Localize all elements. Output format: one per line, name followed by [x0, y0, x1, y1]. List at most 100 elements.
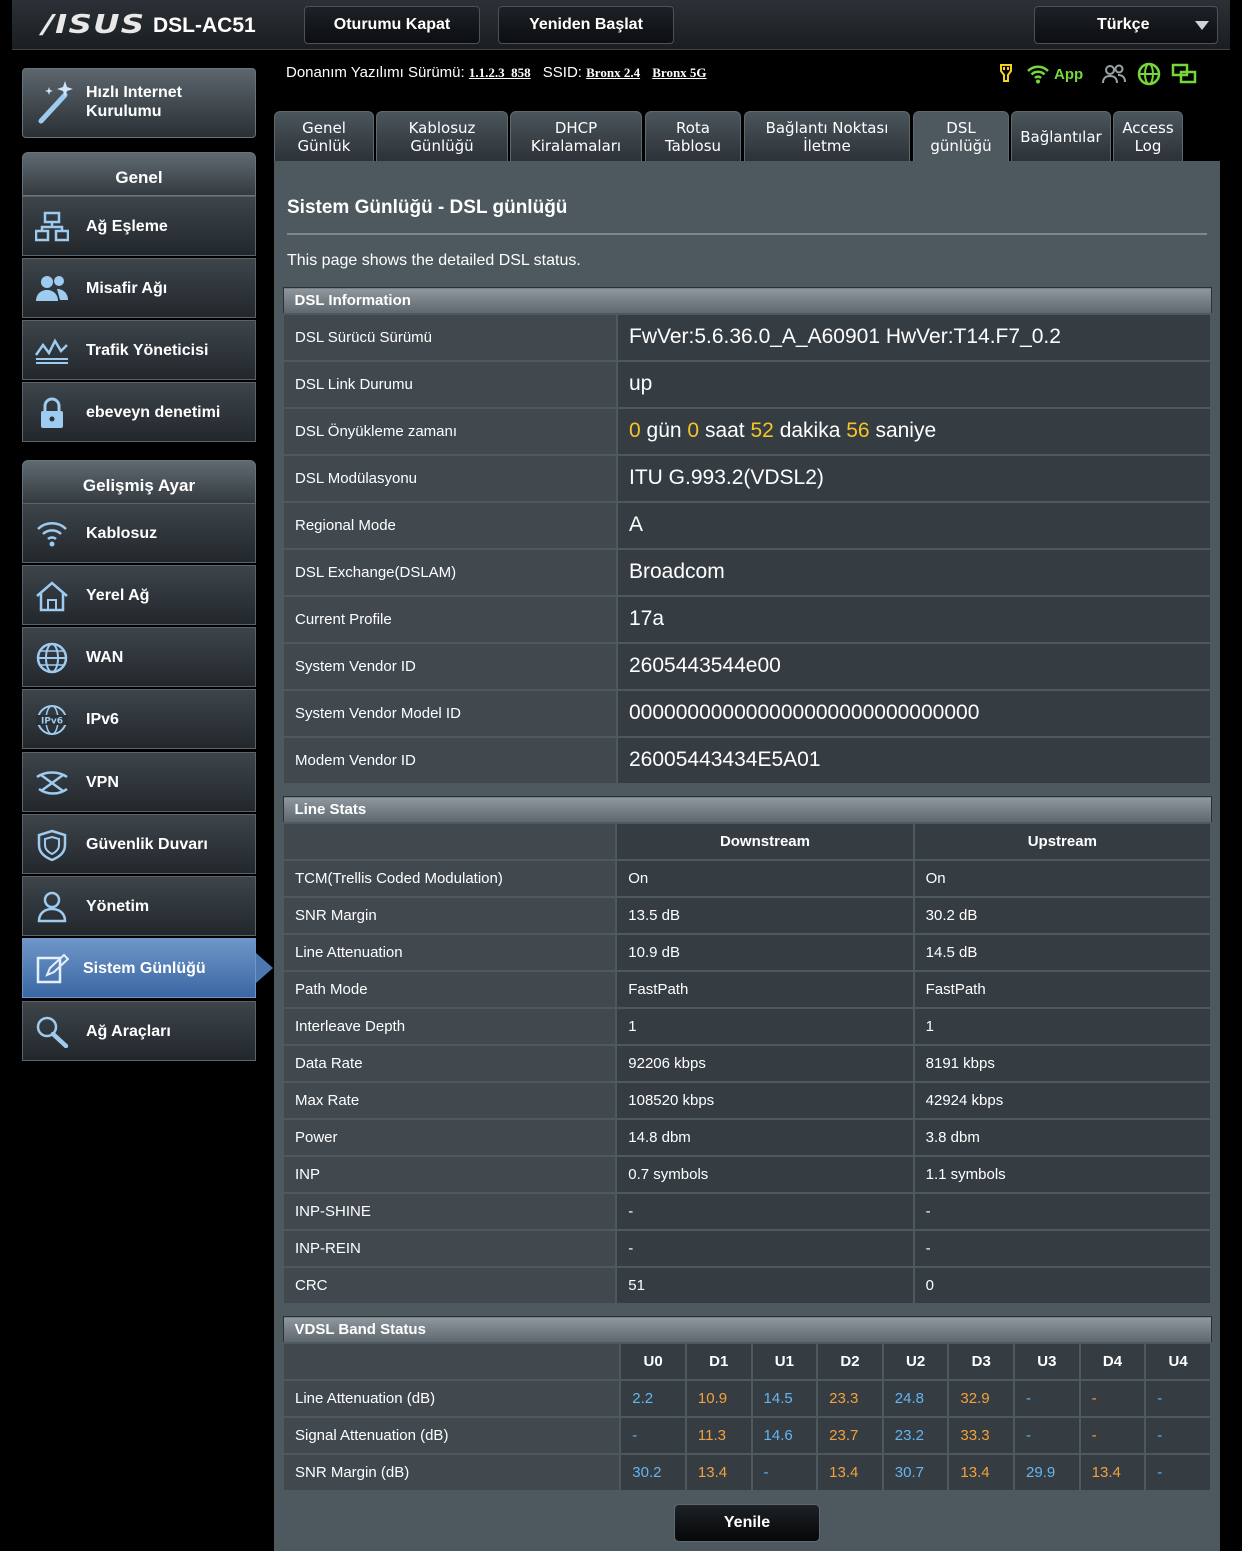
band-value: 10.9	[684, 1378, 753, 1418]
band-header: U0	[619, 1341, 687, 1381]
row-label: Regional Mode	[282, 500, 618, 550]
refresh-button[interactable]: Yenile	[674, 1504, 820, 1542]
row-label: SNR Margin	[281, 895, 618, 935]
table-row: CRC 51 0	[281, 1265, 1213, 1305]
table-row: DSL Link Durumu up	[282, 359, 1212, 409]
row-label: System Vendor ID	[282, 641, 618, 691]
downstream-value: 92206 kbps	[615, 1043, 915, 1083]
guest-network-icon	[36, 276, 68, 301]
sidebar-item-label: Ağ Eşleme	[86, 218, 168, 235]
sidebar-item-lan[interactable]: Yerel Ağ	[22, 565, 256, 625]
wireless-icon	[37, 522, 67, 547]
row-label: DSL Modülasyonu	[282, 453, 618, 503]
ssid-24-link[interactable]: Bronx 2.4	[586, 65, 640, 80]
band-value: -	[1144, 1415, 1212, 1455]
tab-access-log[interactable]: Access Log	[1113, 111, 1183, 161]
ssid-5-link[interactable]: Bronx 5G	[652, 65, 706, 80]
modem-vendor-id-value: 26005443434E5A01	[616, 735, 1212, 785]
ssid-label: SSID:	[542, 64, 582, 81]
upstream-value: 8191 kbps	[912, 1043, 1213, 1083]
band-value: 13.4	[947, 1452, 1016, 1492]
tab-routing-table[interactable]: Rota Tablosu	[645, 111, 741, 161]
band-value: 14.6	[750, 1415, 819, 1455]
upstream-value: 3.8 dbm	[912, 1117, 1213, 1157]
band-value: 29.9	[1013, 1452, 1081, 1492]
sidebar-item-label: IPv6	[86, 711, 119, 728]
table-row: Path Mode FastPath FastPath	[281, 969, 1213, 1009]
firmware-link[interactable]: 1.1.2.3_858	[469, 65, 531, 80]
advanced-section-title: Gelişmiş Ayar	[22, 460, 256, 504]
driver-version-value: FwVer:5.6.36.0_A_A60901 HwVer:T14.F7_0.2	[616, 312, 1212, 362]
downstream-value: -	[615, 1228, 915, 1268]
tab-wireless-log[interactable]: Kablosuz Günlüğü	[376, 111, 508, 161]
tab-connections[interactable]: Bağlantılar	[1011, 111, 1111, 161]
uptime-seconds-unit: saniye	[875, 419, 937, 442]
network-icon[interactable]	[1171, 62, 1197, 86]
tab-dhcp-leases[interactable]: DHCP Kiralamaları	[510, 111, 642, 161]
row-label: DSL Link Durumu	[282, 359, 618, 409]
wifi-icon[interactable]	[1026, 64, 1050, 84]
sidebar-item-label: WAN	[86, 649, 124, 666]
row-label: TCM(Trellis Coded Modulation)	[281, 858, 618, 898]
link-status-value: up	[616, 359, 1212, 409]
upstream-value: 14.5 dB	[912, 932, 1213, 972]
vdsl-band-title: VDSL Band Status	[282, 1316, 1212, 1343]
sidebar-item-ipv6[interactable]: IPv6 IPv6	[22, 689, 256, 749]
clients-icon[interactable]	[1101, 63, 1127, 85]
band-value: -	[1078, 1378, 1147, 1418]
admin-icon	[37, 891, 67, 923]
band-header: U4	[1144, 1341, 1212, 1381]
sidebar-item-vpn[interactable]: VPN	[22, 752, 256, 812]
downstream-value: -	[615, 1191, 915, 1231]
band-value: 30.7	[881, 1452, 950, 1492]
quick-setup-label: Hızlı Internet Kurulumu	[86, 84, 183, 120]
upstream-value: -	[912, 1191, 1213, 1231]
quick-internet-setup-button[interactable]: Hızlı Internet Kurulumu	[22, 68, 256, 138]
page-description: This page shows the detailed DSL status.	[287, 252, 581, 269]
sidebar-item-label: ebeveyn denetimi	[86, 404, 221, 421]
network-map-icon	[35, 211, 69, 242]
reboot-button[interactable]: Yeniden Başlat	[498, 6, 674, 44]
table-row: INP-SHINE - -	[281, 1191, 1213, 1231]
band-value: -	[1078, 1415, 1147, 1455]
sidebar-item-label: Yönetim	[86, 898, 150, 915]
sidebar-item-guest-network[interactable]: Misafir Ağı	[22, 258, 256, 318]
sidebar-item-network-tools[interactable]: Ağ Araçları	[22, 1001, 256, 1061]
sidebar-item-wan[interactable]: WAN	[22, 627, 256, 687]
band-value: 13.4	[816, 1452, 884, 1492]
regional-mode-value: A	[616, 500, 1212, 550]
row-label: DSL Exchange(DSLAM)	[282, 547, 618, 597]
sidebar-item-system-log[interactable]: Sistem Günlüğü	[22, 938, 273, 998]
row-label: Modem Vendor ID	[282, 735, 618, 785]
sidebar-item-administration[interactable]: Yönetim	[22, 876, 256, 936]
downstream-value: FastPath	[615, 969, 915, 1009]
usb-icon[interactable]	[996, 63, 1016, 85]
tab-dsl-log[interactable]: DSL günlüğü	[913, 111, 1009, 161]
language-select[interactable]: Türkçe	[1034, 6, 1218, 44]
sidebar-item-traffic-manager[interactable]: Trafik Yöneticisi	[22, 320, 256, 380]
tab-port-forwarding[interactable]: Bağlantı Noktası İletme	[744, 111, 910, 161]
sidebar-item-network-map[interactable]: Ağ Eşleme	[22, 196, 256, 256]
row-label: SNR Margin (dB)	[281, 1452, 622, 1492]
sidebar-item-label: Güvenlik Duvarı	[86, 836, 208, 853]
vdsl-band-status-table: VDSL Band Status U0 D1 U1 D2 U2 D3 U3 D4 U4 Line…	[281, 1316, 1212, 1492]
sidebar-item-label: Ağ Araçları	[86, 1023, 171, 1040]
internet-icon[interactable]	[1137, 62, 1161, 86]
row-label: Path Mode	[281, 969, 618, 1009]
upstream-value: On	[912, 858, 1213, 898]
sidebar-item-wireless[interactable]: Kablosuz	[22, 503, 256, 563]
logout-button[interactable]: Oturumu Kapat	[304, 6, 480, 44]
downstream-value: On	[615, 858, 915, 898]
row-label: Power	[281, 1117, 618, 1157]
uptime-days: 0	[629, 419, 641, 442]
sidebar-item-parental-control[interactable]: ebeveyn denetimi	[22, 382, 256, 442]
tab-general-log[interactable]: Genel Günlük	[274, 111, 374, 161]
downstream-value: 10.9 dB	[615, 932, 915, 972]
sidebar-item-firewall[interactable]: Güvenlik Duvarı	[22, 814, 256, 874]
table-row: DSL Önyükleme zamanı 0 gün 0 saat 52 dak…	[282, 406, 1212, 456]
modulation-value: ITU G.993.2(VDSL2)	[616, 453, 1212, 503]
row-label: Signal Attenuation (dB)	[281, 1415, 622, 1455]
table-row: System Vendor Model ID 000000000000000000…	[282, 688, 1212, 738]
app-label[interactable]: App	[1054, 66, 1083, 83]
language-value: Türkçe	[1097, 16, 1150, 33]
